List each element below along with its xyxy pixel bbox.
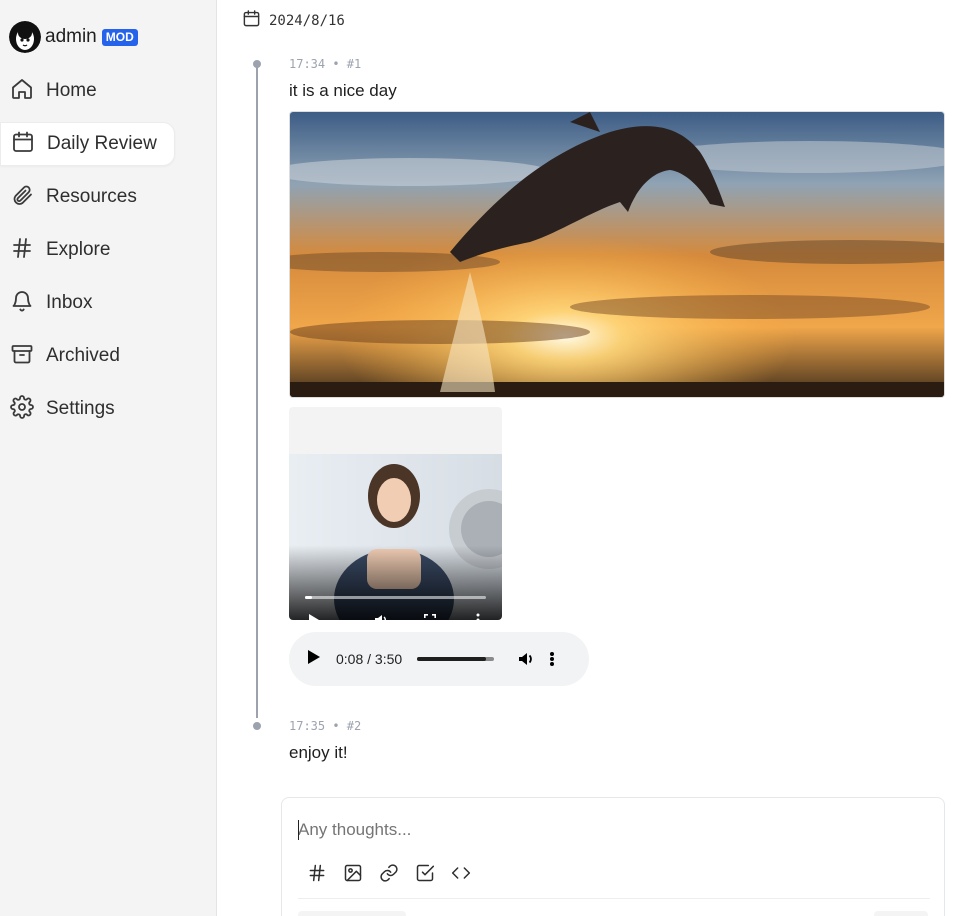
text-caret — [298, 820, 299, 840]
save-button[interactable] — [874, 911, 928, 916]
nav-label: Explore — [46, 239, 111, 260]
nav-item-home[interactable]: Home — [0, 69, 175, 113]
hash-icon — [10, 236, 34, 265]
video-frame — [289, 454, 502, 620]
memo-content: it is a nice day — [289, 81, 397, 100]
audio-player[interactable]: 0:08 / 3:50 — [289, 632, 589, 686]
nav-item-explore[interactable]: Explore — [0, 228, 175, 272]
play-icon[interactable] — [303, 610, 323, 620]
code-icon[interactable] — [450, 862, 472, 884]
volume-icon[interactable] — [517, 650, 535, 668]
archive-icon — [10, 342, 34, 371]
hash-icon[interactable] — [306, 862, 328, 884]
gear-icon — [10, 394, 34, 424]
audio-progress[interactable] — [417, 657, 495, 661]
audio-time: 0:08 / 3:50 — [336, 651, 403, 667]
play-icon[interactable] — [307, 649, 321, 670]
home-icon — [10, 77, 34, 106]
paperclip-icon — [10, 183, 34, 212]
more-icon[interactable] — [468, 610, 488, 620]
calendar-icon — [242, 9, 261, 33]
memo-input[interactable] — [298, 820, 918, 840]
avatar — [9, 21, 41, 53]
nav-label: Archived — [46, 345, 120, 366]
checkbox-icon[interactable] — [414, 862, 436, 884]
nav-item-resources[interactable]: Resources — [0, 175, 175, 219]
image-icon[interactable] — [342, 862, 364, 884]
nav-label: Inbox — [46, 292, 93, 313]
date-header: 2024/8/16 — [242, 9, 345, 33]
more-icon[interactable] — [549, 650, 555, 668]
fullscreen-icon[interactable] — [420, 610, 440, 620]
visibility-selector[interactable] — [298, 911, 406, 916]
user-name: admin — [45, 26, 97, 47]
nav-label: Settings — [46, 398, 115, 419]
user-profile[interactable]: admin MOD — [9, 21, 138, 53]
timeline-dot — [253, 60, 261, 68]
audio-progress-fill — [417, 657, 487, 661]
nav-item-inbox[interactable]: Inbox — [0, 281, 175, 325]
nav-label: Daily Review — [47, 133, 157, 154]
timeline-dot — [253, 722, 261, 730]
video-progress[interactable] — [305, 596, 486, 599]
nav-label: Resources — [46, 186, 137, 207]
nav-item-archived[interactable]: Archived — [0, 334, 175, 378]
nav-item-settings[interactable]: Settings — [0, 387, 175, 431]
nav-item-daily-review[interactable]: Daily Review — [0, 122, 175, 166]
memo-video[interactable] — [289, 407, 502, 620]
memo-editor[interactable] — [281, 797, 945, 916]
bell-icon — [10, 289, 34, 318]
memo-meta[interactable]: 17:35 • #2 — [289, 719, 361, 733]
link-icon[interactable] — [378, 862, 400, 884]
sidebar: admin MOD Home Daily Review Resources Ex… — [0, 0, 217, 916]
date-label: 2024/8/16 — [269, 13, 345, 29]
memo-meta[interactable]: 17:34 • #1 — [289, 57, 361, 71]
editor-divider — [298, 898, 930, 899]
editor-toolbar — [306, 862, 486, 884]
memo-image-dolphin[interactable] — [289, 111, 945, 398]
video-progress-fill — [305, 596, 313, 599]
timeline-line — [256, 66, 258, 718]
role-badge: MOD — [101, 28, 138, 46]
calendar-icon — [11, 130, 35, 159]
nav-label: Home — [46, 80, 97, 101]
volume-icon[interactable] — [371, 610, 391, 620]
memo-content: enjoy it! — [289, 743, 348, 762]
